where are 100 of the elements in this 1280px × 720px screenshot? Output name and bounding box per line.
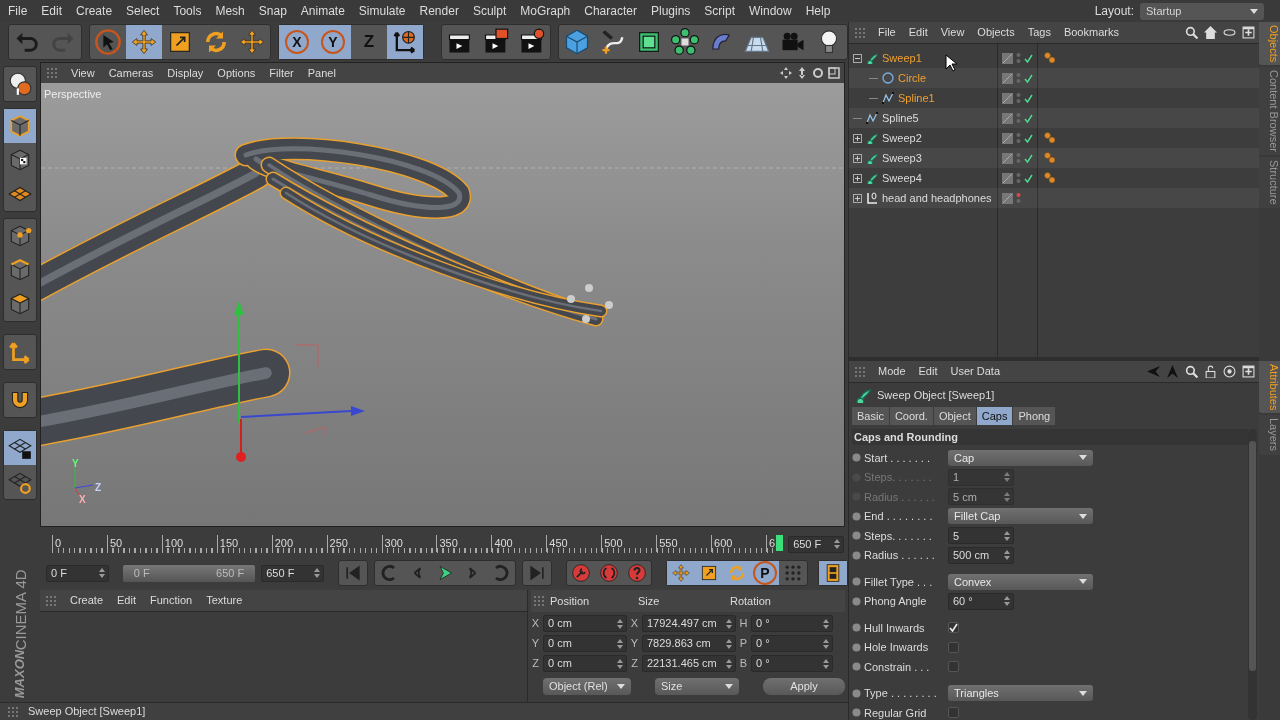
menu-item[interactable]: Plugins bbox=[650, 2, 691, 20]
position-field[interactable]: 0 cm bbox=[543, 615, 627, 632]
timeline-ruler[interactable]: 0 50 100 150 200 250 300 350 400 450 500 550 600 6 bbox=[44, 533, 787, 555]
menu-item[interactable]: View bbox=[940, 24, 965, 41]
menu-item[interactable]: File bbox=[8, 2, 28, 20]
logo-product: CINEMA 4D bbox=[12, 568, 28, 650]
menu-item[interactable]: Edit bbox=[908, 24, 928, 41]
menu-item[interactable]: Texture bbox=[206, 592, 243, 609]
menu-item[interactable]: View bbox=[71, 64, 95, 82]
field-label: Radius . . . . . . bbox=[864, 489, 936, 505]
tab[interactable]: Phong bbox=[1013, 407, 1056, 425]
object-name[interactable]: Spline1 bbox=[898, 89, 935, 107]
menu-item[interactable]: Options bbox=[217, 64, 256, 82]
size-field[interactable]: 22131.465 cm bbox=[642, 655, 736, 672]
axis-label: Y bbox=[531, 636, 540, 652]
axis-label: Y bbox=[72, 458, 79, 469]
field-label: Radius . . . . . . bbox=[864, 548, 936, 563]
size-field[interactable]: 17924.497 cm bbox=[642, 615, 736, 632]
axis-label: P bbox=[739, 636, 748, 652]
dropdown[interactable]: Convex bbox=[948, 573, 1093, 590]
frame-label: 400 bbox=[491, 535, 513, 552]
menu-item[interactable]: Animate bbox=[300, 2, 345, 20]
tab[interactable]: Basic bbox=[852, 407, 889, 425]
position-field[interactable]: 0 cm bbox=[543, 655, 627, 672]
menu-item[interactable]: Edit bbox=[117, 592, 136, 609]
menu-item[interactable]: Function bbox=[150, 592, 193, 609]
field-label: Hull Inwards bbox=[864, 620, 926, 636]
axis-label: Z bbox=[95, 482, 102, 493]
side-tab[interactable]: Content Browser bbox=[1259, 67, 1280, 156]
rotation-field[interactable]: 0 ° bbox=[751, 615, 833, 632]
menu-item[interactable]: Script bbox=[704, 2, 735, 20]
rotation-field[interactable]: 0 ° bbox=[751, 655, 833, 672]
menu-item[interactable]: Sculpt bbox=[472, 2, 507, 20]
menu-item[interactable]: Render bbox=[419, 2, 459, 20]
menu-item[interactable]: Character bbox=[584, 2, 637, 20]
frame-label: 250 bbox=[326, 535, 348, 552]
side-tab[interactable]: Layers bbox=[1259, 415, 1280, 455]
rotation-field[interactable]: 0 ° bbox=[751, 635, 833, 652]
menu-item[interactable]: Edit bbox=[918, 363, 938, 380]
axis-toggle-button[interactable]: X bbox=[279, 25, 315, 59]
menu-item[interactable]: Create bbox=[70, 592, 104, 609]
menu-item[interactable]: Filter bbox=[269, 64, 294, 82]
dropdown[interactable]: Fillet Cap bbox=[948, 508, 1093, 525]
dropdown[interactable]: Triangles bbox=[948, 685, 1093, 702]
axis-label: B bbox=[739, 656, 748, 672]
coordinate-mode-dropdown[interactable]: Object (Rel) bbox=[543, 678, 631, 695]
side-tab[interactable]: Objects bbox=[1259, 22, 1280, 66]
menu-item[interactable]: Mode bbox=[878, 363, 906, 380]
menu-item[interactable]: Tools bbox=[173, 2, 202, 20]
field-label: Steps. . . . . . . bbox=[864, 528, 933, 544]
object-name[interactable]: Sweep4 bbox=[882, 169, 922, 187]
number-field[interactable]: 5 bbox=[948, 527, 1014, 545]
status-text: Sweep Object [Sweep1] bbox=[28, 704, 146, 720]
size-mode-dropdown[interactable]: Size bbox=[655, 678, 739, 695]
menu-item[interactable]: Display bbox=[167, 64, 204, 82]
end-frame-field[interactable]: 650 F bbox=[261, 564, 324, 582]
column-header: Rotation bbox=[730, 593, 772, 609]
side-tab[interactable]: Structure bbox=[1259, 157, 1280, 208]
object-name[interactable]: Spline5 bbox=[882, 109, 919, 127]
menu-item[interactable]: Cameras bbox=[108, 64, 154, 82]
menu-item[interactable]: Tags bbox=[1027, 24, 1051, 41]
field-label: Steps. . . . . . . bbox=[864, 470, 933, 485]
position-field[interactable]: 0 cm bbox=[543, 635, 627, 652]
menu-item[interactable]: Mesh bbox=[215, 2, 245, 20]
tab[interactable]: Object bbox=[933, 407, 976, 425]
menu-item[interactable]: Simulate bbox=[358, 2, 406, 20]
menu-item[interactable]: Select bbox=[126, 2, 160, 20]
object-name[interactable]: Sweep2 bbox=[882, 129, 922, 147]
menu-item[interactable]: Window bbox=[749, 2, 792, 20]
menu-item[interactable]: User Data bbox=[950, 363, 1001, 380]
object-name[interactable]: Circle bbox=[898, 69, 927, 87]
end-frame-field[interactable]: 650 F bbox=[788, 535, 844, 553]
menu-item[interactable]: Snap bbox=[258, 2, 287, 20]
column-header: Position bbox=[550, 593, 591, 609]
menu-item[interactable]: Bookmarks bbox=[1063, 24, 1119, 41]
menu-item[interactable]: Create bbox=[76, 2, 113, 20]
layout-dropdown[interactable]: Startup bbox=[1140, 2, 1264, 20]
menu-item[interactable]: Help bbox=[805, 2, 831, 20]
side-tab[interactable]: Attributes bbox=[1259, 361, 1280, 414]
size-field[interactable]: 7829.863 cm bbox=[642, 635, 736, 652]
logo-brand: MAXON bbox=[12, 649, 28, 698]
dropdown[interactable]: Cap bbox=[948, 449, 1093, 466]
object-name[interactable]: Sweep3 bbox=[882, 149, 922, 167]
frame-label: 6 bbox=[766, 535, 776, 552]
current-frame-field[interactable]: 0 F bbox=[46, 564, 109, 582]
menu-item[interactable]: Panel bbox=[307, 64, 336, 82]
frame-label: 150 bbox=[216, 535, 239, 552]
menu-item[interactable]: Edit bbox=[41, 2, 63, 20]
axis-toggle-button[interactable]: Y bbox=[315, 25, 351, 59]
number-field[interactable]: 500 cm bbox=[948, 546, 1014, 564]
menu-item[interactable]: MoGraph bbox=[520, 2, 571, 20]
number-field[interactable]: 60 ° bbox=[948, 592, 1014, 610]
menu-item[interactable]: Objects bbox=[977, 24, 1015, 41]
object-name[interactable]: Sweep1 bbox=[882, 49, 922, 67]
frame-label: 200 bbox=[271, 535, 294, 552]
apply-button[interactable]: Apply bbox=[763, 678, 845, 695]
menu-item[interactable]: File bbox=[878, 24, 896, 41]
tab[interactable]: Coord. bbox=[889, 407, 933, 425]
axis-toggle-button[interactable]: P bbox=[751, 561, 779, 585]
tab[interactable]: Caps bbox=[976, 407, 1013, 425]
